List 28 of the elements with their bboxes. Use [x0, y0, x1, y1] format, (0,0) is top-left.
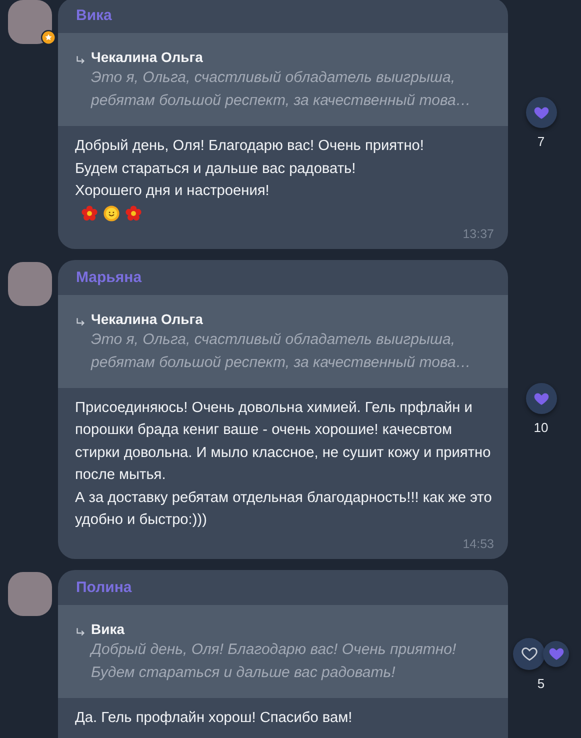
heart-reaction-button[interactable] — [543, 640, 569, 667]
heart-reaction-button[interactable] — [526, 97, 556, 128]
reply-text: Добрый день, Оля! Благодарю вас! Очень приятно! Будем стараться и дальше вас радовать! — [91, 640, 456, 682]
reply-author: Чекалина Ольга — [91, 310, 204, 326]
heart-icon — [532, 390, 550, 407]
reply-quote[interactable]: Чекалина Ольга Это я, Ольга, счастливый обладатель выигрыша, ребятам большой респект, за качественный това… — [58, 33, 508, 126]
star-badge-icon — [41, 30, 56, 45]
add-reaction-button[interactable] — [513, 638, 545, 670]
message-text: Да. Гель профлайн хорош! Спасибо вам! — [75, 708, 354, 728]
heart-icon — [548, 645, 564, 662]
reply-text: Это я, Ольга, счастливый обладатель выигрыша, ребятам большой респект, за качественный това… — [91, 330, 471, 372]
reaction-count: 7 — [537, 134, 545, 150]
reply-author: Вика — [91, 620, 126, 636]
reply-arrow-icon — [74, 316, 87, 328]
reaction-count: 5 — [537, 676, 545, 691]
heart-icon — [520, 645, 538, 662]
message-time: 14:53 — [462, 536, 494, 550]
reaction-count: 10 — [534, 420, 548, 435]
message-text: Добрый день, Оля! Благодарю вас! Очень приятно! Будем стараться и дальше вас радовать! Хорошего дня и настроения! — [75, 137, 425, 201]
heart-reaction-button[interactable] — [526, 383, 556, 414]
reply-quote[interactable]: Чекалина Ольга Это я, Ольга, счастливый обладатель выигрыша, ребятам большой респект, за качественный това… — [58, 294, 508, 388]
message-text: Присоединяюсь! Очень довольна химией. Гель прфлайн и порошки брада кениг ваше - очень хорошие! качесвтом стирки довольна. И мыло классное, не сушит кожу и приятно после мытья. А за доставку ребятам отдельная благодарность!!! как же это удобно и быстро:))) — [75, 398, 493, 530]
heart-icon — [532, 104, 550, 122]
message-time: 13:37 — [462, 226, 494, 240]
reply-quote[interactable]: Вика Добрый день, Оля! Благодарю вас! Очень приятно! Будем стараться и дальше вас радовать! — [58, 604, 508, 698]
reply-author: Чекалина Ольга — [91, 49, 204, 65]
reply-text: Это я, Ольга, счастливый обладатель выигрыша, ребятам большой респект, за качественный това… — [91, 68, 471, 111]
reply-arrow-icon — [74, 626, 87, 638]
